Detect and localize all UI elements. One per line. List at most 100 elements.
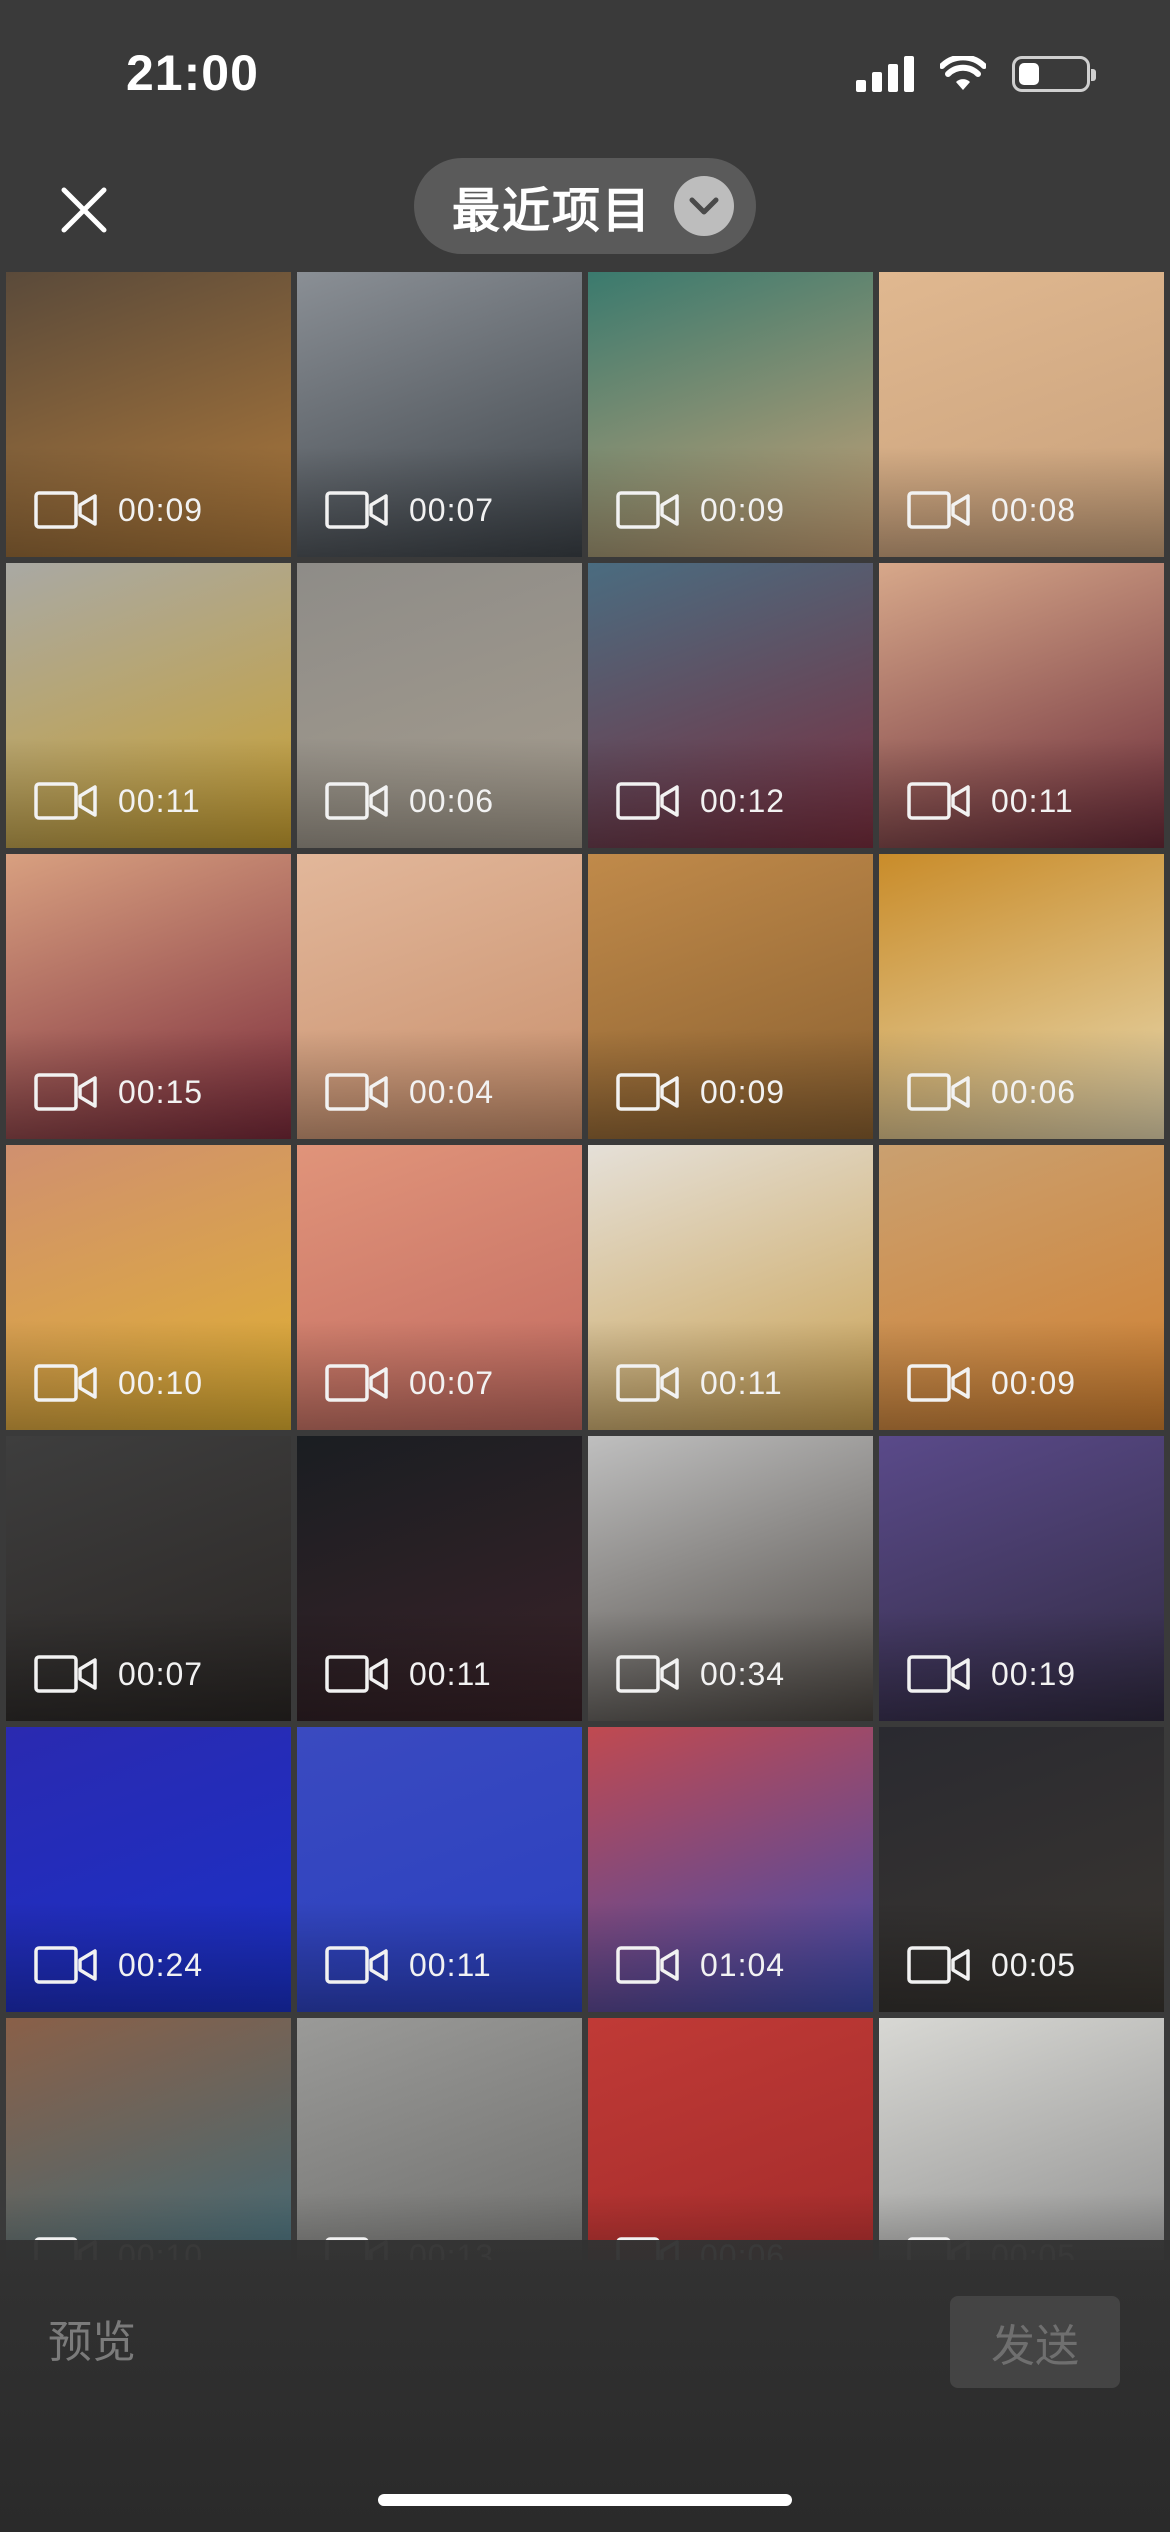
video-duration: 00:15: [118, 1073, 204, 1110]
video-camera-icon: [34, 1073, 97, 1111]
bottom-bar: 预览 发送: [0, 2240, 1170, 2532]
media-thumbnail[interactable]: 00:15: [6, 854, 291, 1139]
video-badge: 00:11: [907, 782, 1074, 820]
media-thumbnail[interactable]: 00:09: [879, 1145, 1164, 1430]
video-duration: 00:07: [409, 1364, 495, 1401]
video-duration: 00:05: [991, 1946, 1077, 1983]
video-badge: 00:05: [907, 1946, 1076, 1984]
video-duration: 00:11: [409, 1946, 492, 1983]
video-camera-icon: [34, 1364, 97, 1402]
media-thumbnail[interactable]: 00:07: [297, 1145, 582, 1430]
video-badge: 00:34: [616, 1655, 785, 1693]
media-thumbnail[interactable]: 00:09: [588, 272, 873, 557]
video-camera-icon: [325, 491, 388, 529]
video-camera-icon: [325, 1073, 388, 1111]
media-thumbnail[interactable]: 00:07: [6, 1436, 291, 1721]
media-thumbnail[interactable]: 00:06: [879, 854, 1164, 1139]
video-camera-icon: [616, 1946, 679, 1984]
video-camera-icon: [325, 1655, 388, 1693]
video-camera-icon: [34, 491, 97, 529]
media-thumbnail[interactable]: 00:09: [6, 272, 291, 557]
video-camera-icon: [325, 782, 388, 820]
video-camera-icon: [616, 1655, 679, 1693]
battery-level: [1019, 63, 1039, 85]
video-duration: 00:07: [409, 491, 495, 528]
video-camera-icon: [907, 1655, 970, 1693]
cellular-signal-icon: [856, 56, 914, 92]
media-thumbnail[interactable]: 00:08: [879, 272, 1164, 557]
media-thumbnail[interactable]: 00:04: [297, 854, 582, 1139]
video-duration: 00:24: [118, 1946, 204, 1983]
video-duration: 00:08: [991, 491, 1077, 528]
video-camera-icon: [907, 782, 970, 820]
media-thumbnail[interactable]: 00:10: [6, 1145, 291, 1430]
video-duration: 00:09: [118, 491, 204, 528]
video-badge: 00:12: [616, 782, 785, 820]
battery-icon: [1012, 56, 1096, 92]
video-camera-icon: [907, 491, 970, 529]
media-thumbnail[interactable]: 00:11: [297, 1436, 582, 1721]
close-button[interactable]: [54, 180, 114, 240]
video-camera-icon: [34, 782, 97, 820]
media-thumbnail[interactable]: 00:10: [6, 2018, 291, 2260]
video-badge: 00:10: [34, 1364, 203, 1402]
video-duration: 00:12: [700, 782, 786, 819]
media-thumbnail[interactable]: 00:06: [297, 563, 582, 848]
video-camera-icon: [34, 1946, 97, 1984]
video-duration: 00:04: [409, 1073, 495, 1110]
video-camera-icon: [616, 491, 679, 529]
media-thumbnail[interactable]: 00:07: [297, 272, 582, 557]
media-thumbnail[interactable]: 00:11: [588, 1145, 873, 1430]
video-duration: 00:09: [991, 1364, 1077, 1401]
media-thumbnail[interactable]: 00:19: [879, 1436, 1164, 1721]
home-indicator: [378, 2494, 792, 2506]
video-duration: 00:06: [991, 1073, 1077, 1110]
media-thumbnail[interactable]: 00:12: [588, 563, 873, 848]
video-badge: 00:19: [907, 1655, 1076, 1693]
media-thumbnail[interactable]: 00:05: [879, 2018, 1164, 2260]
video-badge: 00:11: [34, 782, 201, 820]
video-badge: 00:07: [325, 1364, 494, 1402]
video-badge: 00:06: [907, 1073, 1076, 1111]
close-icon: [61, 187, 107, 233]
video-badge: 00:07: [325, 491, 494, 529]
send-button[interactable]: 发送: [950, 2296, 1120, 2388]
preview-button[interactable]: 预览: [48, 2306, 136, 2370]
video-duration: 00:09: [700, 491, 786, 528]
video-duration: 00:11: [118, 782, 201, 819]
media-thumbnail[interactable]: 00:05: [879, 1727, 1164, 2012]
video-badge: 00:09: [34, 491, 203, 529]
media-thumbnail[interactable]: 00:11: [6, 563, 291, 848]
video-camera-icon: [616, 1073, 679, 1111]
video-badge: 00:07: [34, 1655, 203, 1693]
status-time: 21:00: [126, 45, 259, 101]
video-badge: 00:09: [907, 1364, 1076, 1402]
media-thumbnail[interactable]: 00:24: [6, 1727, 291, 2012]
video-badge: 00:11: [325, 1946, 492, 1984]
media-thumbnail[interactable]: 00:11: [297, 1727, 582, 2012]
video-badge: 00:08: [907, 491, 1076, 529]
media-thumbnail[interactable]: 00:09: [588, 854, 873, 1139]
media-thumbnail[interactable]: 01:04: [588, 1727, 873, 2012]
video-badge: 00:11: [616, 1364, 783, 1402]
video-duration: 00:11: [409, 1655, 492, 1692]
media-thumbnail[interactable]: 00:13: [297, 2018, 582, 2260]
video-camera-icon: [325, 1364, 388, 1402]
picker-header: 最近项目: [0, 150, 1170, 270]
video-duration: 01:04: [700, 1946, 786, 1983]
status-icons: [856, 56, 1096, 92]
wifi-icon: [940, 56, 986, 90]
video-duration: 00:07: [118, 1655, 204, 1692]
media-thumbnail[interactable]: 00:11: [879, 563, 1164, 848]
video-duration: 00:10: [118, 1364, 204, 1401]
media-thumbnail[interactable]: 00:06: [588, 2018, 873, 2260]
video-badge: 00:09: [616, 1073, 785, 1111]
album-selector[interactable]: 最近项目: [414, 158, 756, 254]
video-badge: 00:04: [325, 1073, 494, 1111]
video-badge: 00:06: [325, 782, 494, 820]
video-duration: 00:34: [700, 1655, 786, 1692]
video-duration: 00:06: [409, 782, 495, 819]
status-bar: 21:00: [0, 0, 1170, 150]
media-thumbnail[interactable]: 00:34: [588, 1436, 873, 1721]
media-grid: 00:09 00:07 00:09 00:08 00:11 00:06 00:12 00:11…: [6, 272, 1164, 2260]
